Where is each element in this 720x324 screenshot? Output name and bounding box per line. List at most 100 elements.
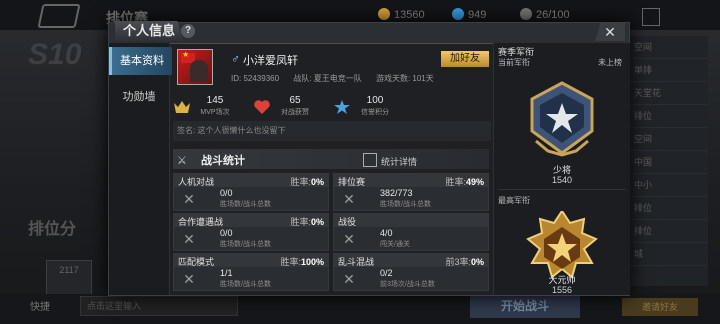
avatar[interactable] bbox=[177, 49, 213, 85]
close-button[interactable]: ✕ bbox=[595, 23, 625, 41]
current-rank-label: 当前军衔 bbox=[498, 58, 530, 67]
credit-label: 信誉积分 bbox=[361, 109, 389, 116]
stat-card-ranked[interactable]: 排位赛 胜率:49% ✕ 382/773 胜场数/战斗总数 bbox=[333, 173, 489, 211]
tab-basic-info[interactable]: 基本资料 bbox=[109, 47, 172, 75]
diamond-currency: 949 bbox=[452, 8, 486, 21]
stat-card-coop[interactable]: 合作遭遇战 胜率:0% ✕ 0/0 胜场数/战斗总数 bbox=[173, 213, 329, 251]
coin-icon bbox=[378, 8, 390, 20]
card-value: 1/1 bbox=[220, 268, 233, 278]
list-item: 排位 bbox=[628, 220, 708, 243]
card-rate: 胜率:0% bbox=[290, 177, 324, 187]
crossed-guns-icon: ✕ bbox=[183, 191, 195, 207]
chat-input[interactable]: 点击这里输入 bbox=[80, 296, 238, 316]
crossed-guns-icon: ✕ bbox=[183, 271, 195, 287]
rank-box: 2117 bbox=[46, 260, 92, 296]
credit-stat: 100 信誉积分 bbox=[333, 95, 403, 121]
player-days: 游戏天数: 101天 bbox=[375, 74, 434, 83]
card-value: 382/773 bbox=[380, 188, 413, 198]
profile-modal: 个人信息 ? ✕ 基本资料 功勋墙 ♂ 小洋爱凤轩 加好友 复 制 ID: 52… bbox=[108, 21, 630, 296]
stamina-icon bbox=[520, 8, 532, 20]
start-battle-button[interactable]: 开始战斗 bbox=[470, 294, 580, 318]
major-general-badge-icon bbox=[530, 81, 594, 157]
stat-card-match[interactable]: 匹配模式 胜率:100% ✕ 1/1 胜场数/战斗总数 bbox=[173, 253, 329, 291]
list-item: 单排 bbox=[628, 59, 708, 82]
crossed-guns-icon: ✕ bbox=[343, 231, 355, 247]
list-item: 空间 bbox=[628, 128, 708, 151]
mvp-stat: 145 MVP场次 bbox=[173, 95, 243, 121]
player-id: ID: 52439360 bbox=[231, 74, 280, 83]
diamond-icon bbox=[452, 8, 464, 20]
list-item: 排位 bbox=[628, 197, 708, 220]
battle-stats-title: ⚔ 战斗统计 bbox=[177, 155, 245, 167]
crossed-guns-icon: ✕ bbox=[343, 191, 355, 207]
card-sub: 胜场数/战斗总数 bbox=[220, 241, 271, 248]
add-friend-button[interactable]: 加好友 bbox=[441, 51, 489, 67]
list-item: 城 bbox=[628, 243, 708, 266]
rank-label: 排位分 bbox=[28, 221, 77, 238]
tab-merit-wall[interactable]: 功勋墙 bbox=[109, 83, 169, 111]
modal-sidebar: 基本资料 功勋墙 bbox=[109, 43, 172, 295]
card-title: 匹配模式 bbox=[178, 257, 215, 267]
soldier-icon bbox=[190, 60, 208, 82]
likes-stat: 65 对战获赞 bbox=[253, 95, 323, 121]
card-title: 合作遭遇战 bbox=[178, 217, 224, 227]
card-rate: 胜率:49% bbox=[445, 177, 484, 187]
card-sub: 胜场数/战斗总数 bbox=[220, 201, 271, 208]
rank-panel: 赛季军衔 当前军衔 未上榜 少将 1540 最高军衔 大元帅 1556 bbox=[493, 43, 630, 295]
signature: 签名: 这个人很懒什么也没留下 bbox=[173, 121, 491, 141]
battle-stats-header: ⚔ 战斗统计 统计详情 bbox=[173, 149, 489, 169]
crossed-guns-icon: ✕ bbox=[183, 231, 195, 247]
stats-detail-button[interactable]: 统计详情 bbox=[363, 153, 417, 168]
highest-rank-score: 1556 bbox=[551, 285, 573, 295]
card-rate: 胜率:100% bbox=[280, 257, 324, 267]
stat-card-pve[interactable]: 人机对战 胜率:0% ✕ 0/0 胜场数/战斗总数 bbox=[173, 173, 329, 211]
divider bbox=[498, 189, 626, 190]
document-icon bbox=[363, 153, 377, 167]
list-item: 空间 bbox=[628, 36, 708, 59]
quick-chat-button[interactable]: 快捷 bbox=[30, 298, 50, 313]
player-team: 战队: 夏王电竞一队 bbox=[293, 74, 362, 83]
crossed-guns-icon: ✕ bbox=[343, 271, 355, 287]
gold-currency: 13560 bbox=[378, 8, 425, 21]
crossed-swords-icon: ⚔ bbox=[177, 155, 187, 167]
male-icon: ♂ bbox=[231, 52, 240, 66]
card-title: 战役 bbox=[338, 217, 357, 227]
star-icon bbox=[334, 100, 350, 114]
card-sub: 前3场次/战斗总数 bbox=[380, 281, 435, 288]
card-value: 4/0 bbox=[380, 228, 393, 238]
card-value: 0/0 bbox=[220, 228, 233, 238]
card-sub: 闯关/通关 bbox=[380, 241, 410, 248]
list-item: 中小 bbox=[628, 174, 708, 197]
right-list: 空间 单排 天堂花 排位 空间 中国 中小 排位 排位 城 bbox=[628, 36, 708, 286]
credit-count: 100 bbox=[366, 95, 384, 106]
mvp-label: MVP场次 bbox=[200, 109, 230, 116]
invite-friend-button[interactable]: 邀请好友 bbox=[622, 298, 698, 316]
card-value: 0/0 bbox=[220, 188, 233, 198]
highest-rank-label: 最高军衔 bbox=[498, 196, 530, 205]
season-logo: S10 bbox=[28, 38, 82, 71]
settings-icon[interactable] bbox=[642, 8, 660, 26]
profile-stats: 145 MVP场次 65 对战获赞 100 信誉积分 bbox=[173, 95, 485, 121]
stamina-currency: 26/100 bbox=[520, 8, 570, 21]
stat-card-brawl[interactable]: 乱斗混战 前3率:0% ✕ 0/2 前3场次/战斗总数 bbox=[333, 253, 489, 291]
card-sub: 胜场数/战斗总数 bbox=[380, 201, 431, 208]
card-rate: 前3率:0% bbox=[445, 257, 484, 267]
modal-title: 个人信息 bbox=[115, 21, 184, 41]
card-rate: 胜率:0% bbox=[290, 217, 324, 227]
heart-icon bbox=[254, 100, 270, 114]
card-value: 0/2 bbox=[380, 268, 393, 278]
help-icon[interactable]: ? bbox=[181, 24, 195, 38]
stat-card-campaign[interactable]: 战役 ✕ 4/0 闯关/通关 bbox=[333, 213, 489, 251]
back-button[interactable] bbox=[37, 4, 81, 28]
current-rank-score: 1540 bbox=[551, 175, 573, 185]
mvp-icon bbox=[174, 101, 190, 113]
list-item: 排位 bbox=[628, 105, 708, 128]
card-sub: 胜场数/战斗总数 bbox=[220, 281, 271, 288]
unranked-label: 未上榜 bbox=[598, 58, 622, 67]
list-item: 中国 bbox=[628, 151, 708, 174]
likes-label: 对战获赞 bbox=[281, 109, 309, 116]
modal-title-bar: 个人信息 ? ✕ bbox=[109, 21, 629, 44]
card-title: 排位赛 bbox=[338, 177, 366, 187]
list-item: 天堂花 bbox=[628, 82, 708, 105]
card-title: 乱斗混战 bbox=[338, 257, 375, 267]
